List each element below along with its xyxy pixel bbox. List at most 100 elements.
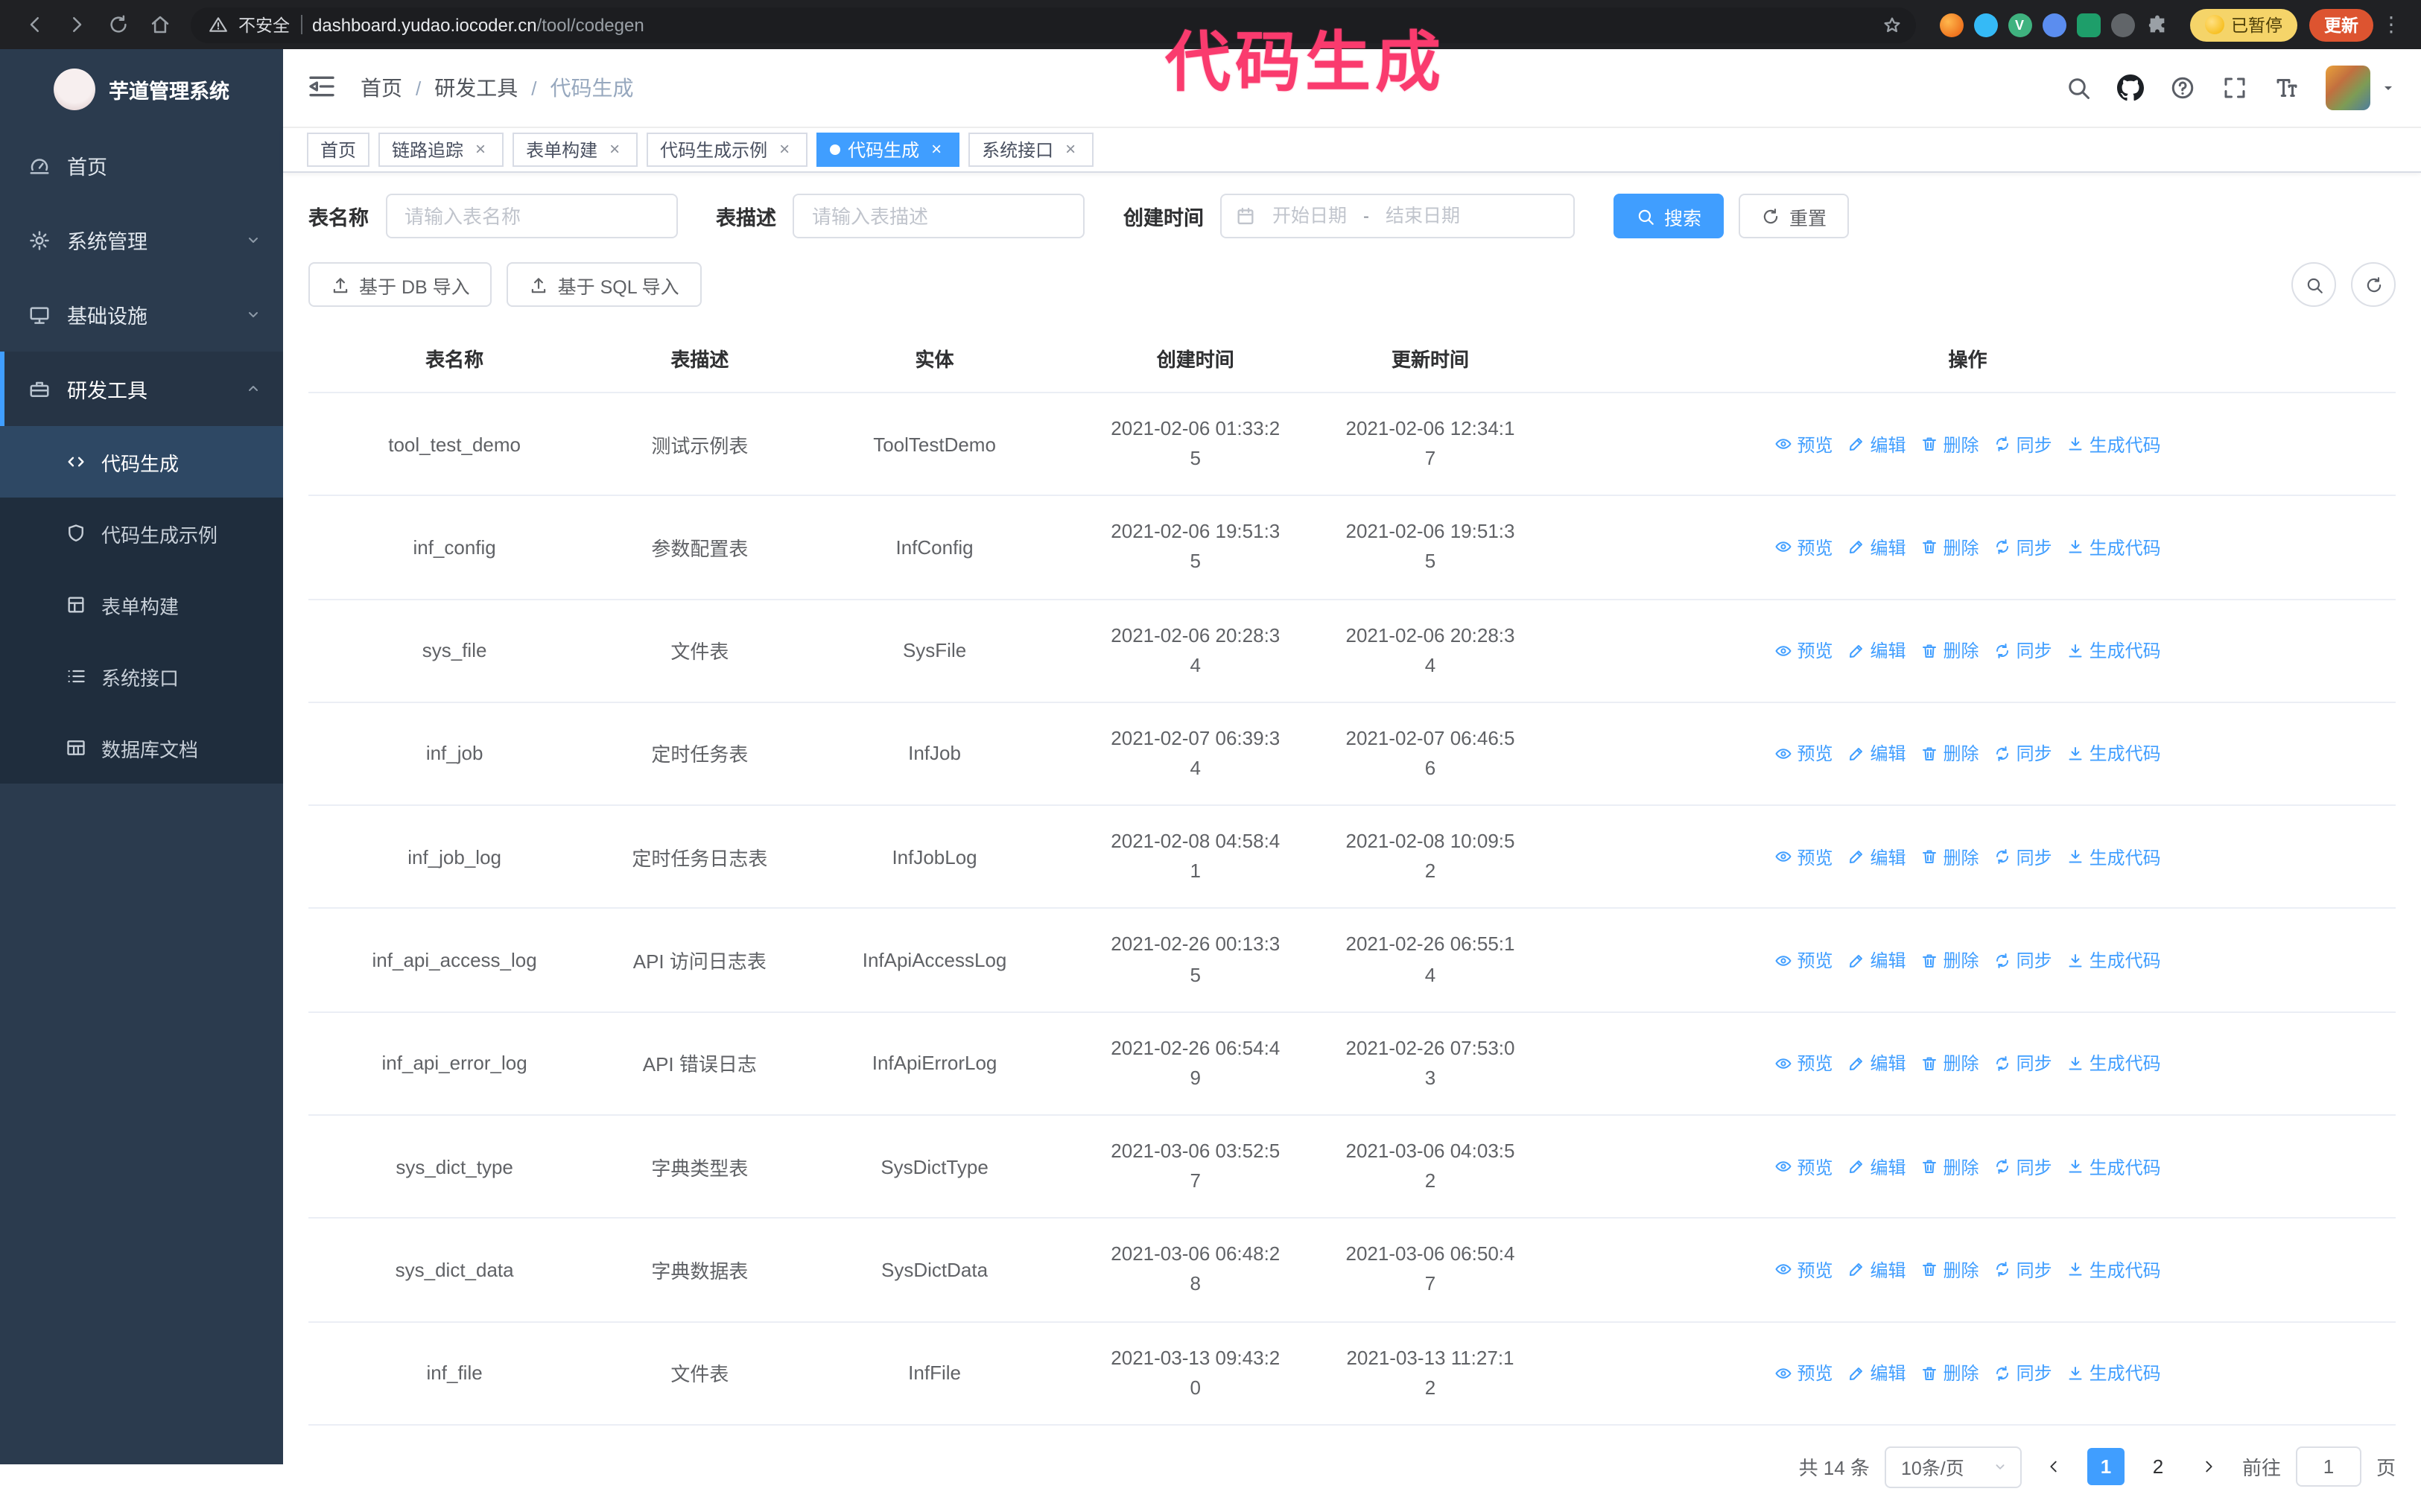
app-logo[interactable]: 芋道管理系统 (0, 49, 283, 128)
breadcrumb-home[interactable]: 首页 (361, 73, 402, 103)
fullscreen-icon[interactable] (2221, 74, 2248, 101)
breadcrumb-devtools[interactable]: 研发工具 (434, 73, 518, 103)
extension-icon[interactable] (2110, 13, 2134, 36)
sync-link[interactable]: 同步 (1994, 947, 2052, 973)
generate-code-link[interactable]: 生成代码 (2067, 1360, 2161, 1385)
import-db-button[interactable]: 基于 DB 导入 (308, 262, 492, 307)
help-icon[interactable] (2169, 74, 2196, 101)
extension-icon[interactable] (2042, 13, 2066, 36)
preview-link[interactable]: 预览 (1774, 1154, 1833, 1179)
color-picker-extension-icon[interactable] (1973, 13, 1997, 36)
close-icon[interactable]: × (775, 139, 794, 159)
generate-code-link[interactable]: 生成代码 (2067, 431, 2161, 457)
refresh-table-button[interactable] (2351, 262, 2396, 307)
delete-link[interactable]: 删除 (1921, 638, 1979, 663)
font-size-icon[interactable] (2274, 74, 2300, 101)
close-icon[interactable]: × (471, 139, 490, 159)
delete-link[interactable]: 删除 (1921, 431, 1979, 457)
generate-code-link[interactable]: 生成代码 (2067, 638, 2161, 663)
sidebar-item-db-docs[interactable]: 数据库文档 (0, 712, 283, 784)
sync-link[interactable]: 同步 (1994, 845, 2052, 870)
delete-link[interactable]: 删除 (1921, 947, 1979, 973)
generate-code-link[interactable]: 生成代码 (2067, 535, 2161, 560)
date-range-picker[interactable]: - (1220, 194, 1575, 238)
tab-tracing[interactable]: 链路追踪 × (378, 133, 504, 167)
tab-form-builder[interactable]: 表单构建 × (513, 133, 638, 167)
generate-code-link[interactable]: 生成代码 (2067, 845, 2161, 870)
tab-codegen-example[interactable]: 代码生成示例 × (647, 133, 808, 167)
close-icon[interactable]: × (605, 139, 624, 159)
sidebar-item-form-builder[interactable]: 表单构建 (0, 569, 283, 641)
delete-link[interactable]: 删除 (1921, 741, 1979, 766)
extensions-puzzle-icon[interactable] (2145, 13, 2168, 36)
firefox-extension-icon[interactable] (1939, 13, 1963, 36)
edit-link[interactable]: 编辑 (1848, 947, 1906, 973)
close-icon[interactable]: × (927, 139, 946, 159)
delete-link[interactable]: 删除 (1921, 1154, 1979, 1179)
close-icon[interactable]: × (1061, 139, 1080, 159)
preview-link[interactable]: 预览 (1774, 1051, 1833, 1076)
preview-link[interactable]: 预览 (1774, 535, 1833, 560)
forward-button[interactable] (57, 5, 95, 44)
edit-link[interactable]: 编辑 (1848, 535, 1906, 560)
browser-menu-icon[interactable]: ⋮ (2376, 12, 2406, 37)
preview-link[interactable]: 预览 (1774, 638, 1833, 663)
edit-link[interactable]: 编辑 (1848, 741, 1906, 766)
toggle-search-button[interactable] (2291, 262, 2336, 307)
preview-link[interactable]: 预览 (1774, 741, 1833, 766)
import-sql-button[interactable]: 基于 SQL 导入 (507, 262, 702, 307)
page-size-select[interactable]: 10条/页 (1884, 1446, 2022, 1488)
sidebar-item-home[interactable]: 首页 (0, 128, 283, 203)
sidebar-item-infra[interactable]: 基础设施 (0, 277, 283, 352)
sync-link[interactable]: 同步 (1994, 638, 2052, 663)
table-desc-input[interactable] (793, 194, 1085, 238)
generate-code-link[interactable]: 生成代码 (2067, 947, 2161, 973)
generate-code-link[interactable]: 生成代码 (2067, 1154, 2161, 1179)
preview-link[interactable]: 预览 (1774, 947, 1833, 973)
edit-link[interactable]: 编辑 (1848, 1257, 1906, 1283)
delete-link[interactable]: 删除 (1921, 1257, 1979, 1283)
sync-link[interactable]: 同步 (1994, 1051, 2052, 1076)
sync-link[interactable]: 同步 (1994, 741, 2052, 766)
generate-code-link[interactable]: 生成代码 (2067, 1051, 2161, 1076)
edit-link[interactable]: 编辑 (1848, 1360, 1906, 1385)
generate-code-link[interactable]: 生成代码 (2067, 1257, 2161, 1283)
sidebar-item-system[interactable]: 系统管理 (0, 203, 283, 277)
github-icon[interactable] (2117, 74, 2144, 101)
preview-link[interactable]: 预览 (1774, 431, 1833, 457)
reload-button[interactable] (98, 5, 137, 44)
delete-link[interactable]: 删除 (1921, 1360, 1979, 1385)
reset-button[interactable]: 重置 (1739, 194, 1850, 238)
edit-link[interactable]: 编辑 (1848, 1051, 1906, 1076)
delete-link[interactable]: 删除 (1921, 535, 1979, 560)
generate-code-link[interactable]: 生成代码 (2067, 741, 2161, 766)
search-icon[interactable] (2065, 74, 2092, 101)
back-button[interactable] (15, 5, 54, 44)
sidebar-item-codegen-example[interactable]: 代码生成示例 (0, 498, 283, 569)
tab-home[interactable]: 首页 (307, 133, 370, 167)
home-button[interactable] (140, 5, 179, 44)
edit-link[interactable]: 编辑 (1848, 638, 1906, 663)
edit-link[interactable]: 编辑 (1848, 845, 1906, 870)
paused-badge[interactable]: 已暂停 (2189, 8, 2297, 41)
page-button-1[interactable]: 1 (2087, 1448, 2125, 1486)
edit-link[interactable]: 编辑 (1848, 1154, 1906, 1179)
end-date-input[interactable] (1378, 206, 1467, 226)
vue-devtools-icon[interactable]: V (2008, 13, 2031, 36)
user-menu[interactable] (2326, 66, 2397, 110)
sidebar-item-system-api[interactable]: 系统接口 (0, 641, 283, 712)
sync-link[interactable]: 同步 (1994, 431, 2052, 457)
sidebar-fold-icon[interactable] (307, 72, 340, 104)
preview-link[interactable]: 预览 (1774, 845, 1833, 870)
preview-link[interactable]: 预览 (1774, 1360, 1833, 1385)
avatar[interactable] (2326, 66, 2370, 110)
delete-link[interactable]: 删除 (1921, 845, 1979, 870)
sync-link[interactable]: 同步 (1994, 1257, 2052, 1283)
next-page-button[interactable] (2192, 1449, 2227, 1485)
delete-link[interactable]: 删除 (1921, 1051, 1979, 1076)
sync-link[interactable]: 同步 (1994, 1154, 2052, 1179)
sync-link[interactable]: 同步 (1994, 535, 2052, 560)
address-bar[interactable]: 不安全 dashboard.yudao.iocoder.cn/tool/code… (191, 7, 1915, 42)
search-button[interactable]: 搜索 (1614, 194, 1724, 238)
sidebar-item-codegen[interactable]: 代码生成 (0, 426, 283, 498)
